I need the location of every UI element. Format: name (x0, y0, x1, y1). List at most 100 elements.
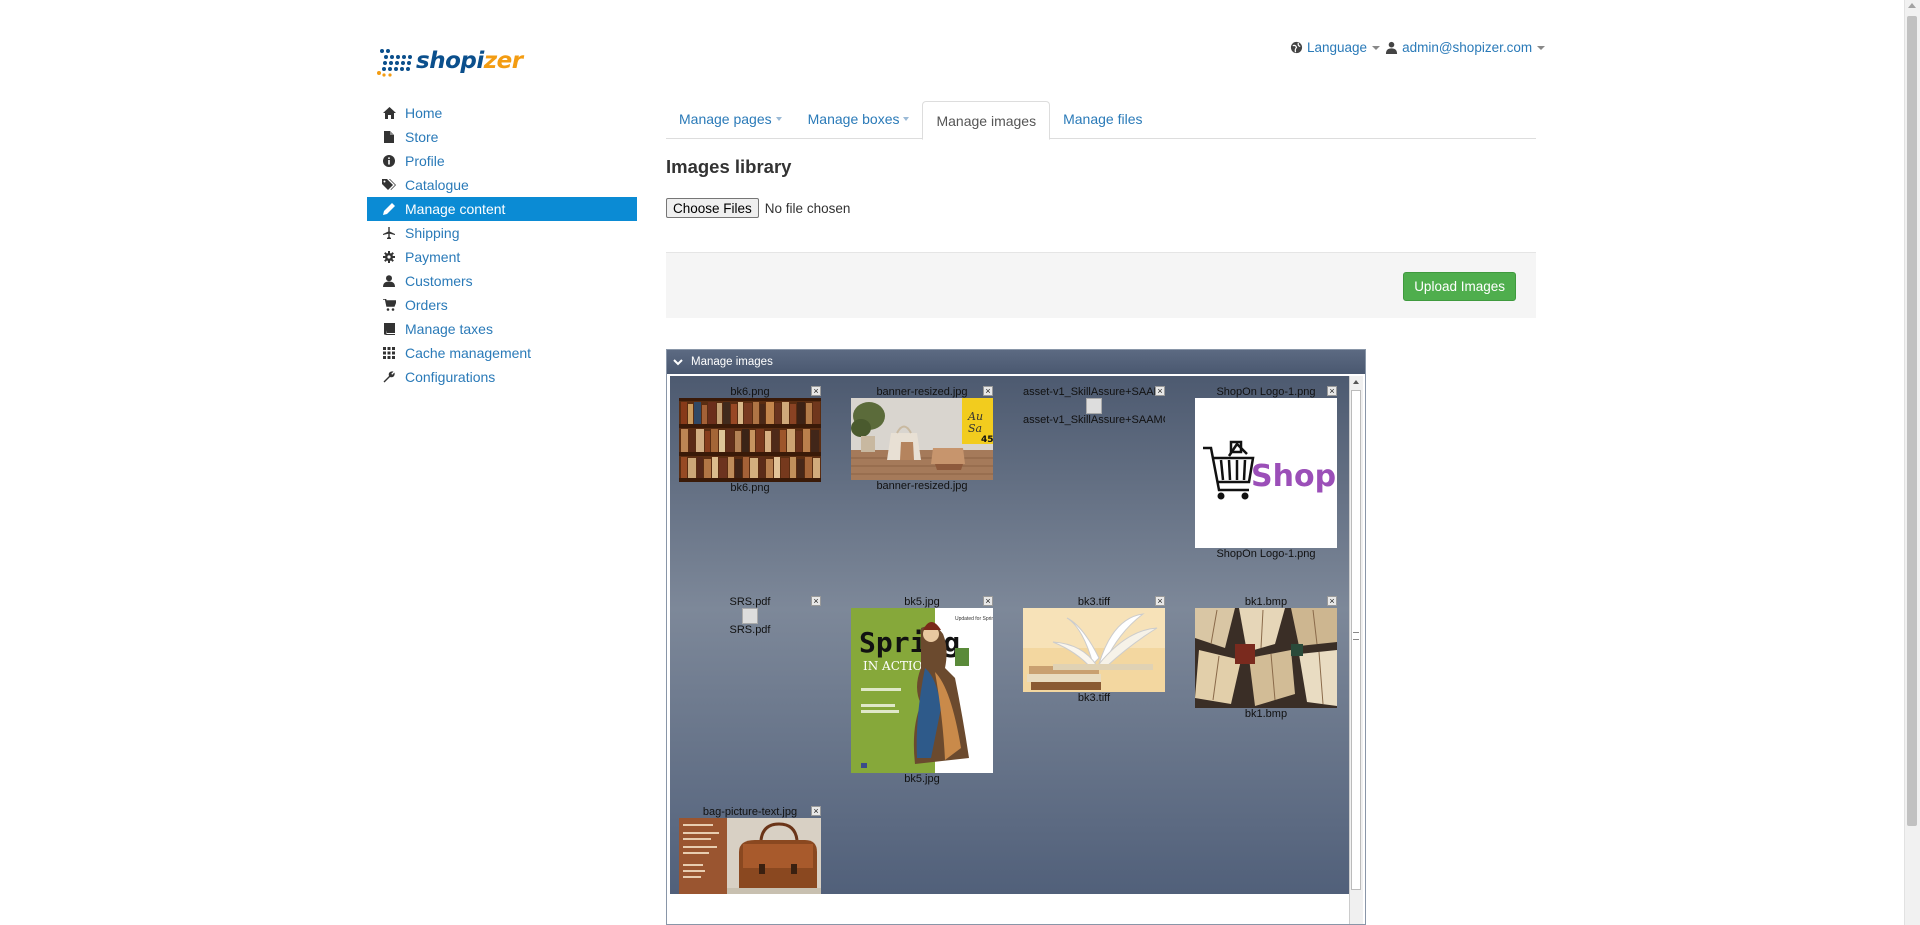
cart-icon (382, 298, 396, 312)
user-icon (382, 274, 396, 288)
sidebar-item-label[interactable]: Orders (405, 297, 448, 313)
sidebar-item-manage-taxes[interactable]: Manage taxes (367, 317, 637, 341)
language-dropdown[interactable]: Language (1307, 40, 1367, 55)
image-thumbnail[interactable]: Au Sa 45 (851, 398, 993, 480)
shopon-logo-image: ShopOn (1195, 398, 1337, 548)
image-tile[interactable]: bk1.bmp × bk1.bmp (1195, 596, 1337, 720)
sidebar-item-label[interactable]: Store (405, 129, 438, 145)
sidebar-item-label[interactable]: Home (405, 105, 442, 121)
sidebar-item-label[interactable]: Shipping (405, 225, 460, 241)
sidebar-item-payment[interactable]: Payment (367, 245, 637, 269)
image-name: bag-picture-text.jpg (702, 806, 798, 818)
image-thumbnail[interactable]: ShopOn (1195, 398, 1337, 548)
image-tile[interactable]: bk3.tiff × bk3.tiff (1023, 596, 1165, 704)
sidebar-item-cache-management[interactable]: Cache management (367, 341, 637, 365)
delete-image-button[interactable]: × (1327, 596, 1337, 606)
image-thumbnail[interactable] (1023, 608, 1165, 692)
delete-image-button[interactable]: × (1155, 386, 1165, 396)
image-caption: banner-resized.jpg (876, 480, 968, 492)
tab-manage-files[interactable]: Manage files (1050, 101, 1155, 137)
open-books-image (1195, 608, 1337, 708)
globe-icon (1290, 41, 1303, 54)
panel-header[interactable]: Manage images (667, 350, 1365, 374)
sidebar-item-home[interactable]: Home (367, 101, 637, 125)
image-name: asset-v1_SkillAssure+SAAMC (1023, 386, 1165, 398)
file-status-text: No file chosen (764, 200, 851, 216)
sidebar-item-orders[interactable]: Orders (367, 293, 637, 317)
sidebar-item-store[interactable]: Store (367, 125, 637, 149)
sidebar-item-profile[interactable]: Profile (367, 149, 637, 173)
image-name: SRS.pdf (729, 596, 771, 608)
chevron-down-icon (903, 117, 910, 121)
image-tile[interactable]: banner-resized.jpg × Au Sa 45 banner-res… (851, 386, 993, 492)
gallery-scrollbar[interactable] (1349, 376, 1363, 924)
image-thumbnail[interactable]: Spring IN ACTION Updated for Spring 2.0 (851, 608, 993, 773)
image-tile[interactable]: bk5.jpg × Spring IN ACTION Updated for S… (851, 596, 993, 785)
plane-icon (382, 226, 396, 240)
book-icon (382, 322, 396, 336)
broken-image-icon[interactable] (742, 608, 758, 624)
tab-label[interactable]: Manage pages (679, 111, 772, 127)
sidebar-item-label[interactable]: Profile (405, 153, 445, 169)
language-caret-icon (1372, 45, 1381, 50)
top-right-menu: Language admin@shopizer.com (1290, 40, 1550, 55)
tab-label[interactable]: Manage files (1063, 111, 1142, 127)
image-name: banner-resized.jpg (876, 386, 968, 398)
tab-manage-pages[interactable]: Manage pages (666, 101, 795, 137)
scroll-up-arrow-icon[interactable] (1908, 3, 1916, 8)
chevron-down-icon (775, 117, 782, 121)
delete-image-button[interactable]: × (811, 806, 821, 816)
delete-image-button[interactable]: × (1327, 386, 1337, 396)
image-caption: asset-v1_SkillAssure+SAAMC (1023, 414, 1165, 426)
logo-wordmark: shopizer (416, 48, 523, 74)
image-thumbnail[interactable] (1195, 608, 1337, 708)
image-name: bk1.bmp (1244, 596, 1288, 608)
delete-image-button[interactable]: × (811, 386, 821, 396)
sidebar-item-label[interactable]: Customers (405, 273, 473, 289)
upload-actions-bar: Upload Images (666, 252, 1536, 318)
wrench-icon (382, 370, 396, 384)
sidebar-item-catalogue[interactable]: Catalogue (367, 173, 637, 197)
broken-image-icon[interactable] (1086, 398, 1102, 414)
sidebar-item-label[interactable]: Manage content (405, 201, 505, 217)
image-thumbnail[interactable] (679, 398, 821, 482)
sidebar-item-label[interactable]: Cache management (405, 345, 531, 361)
image-name: ShopOn Logo-1.png (1216, 386, 1316, 398)
gallery-scrollbar-thumb[interactable] (1351, 390, 1361, 890)
sidebar-item-label[interactable]: Payment (405, 249, 460, 265)
sidebar-item-configurations[interactable]: Configurations (367, 365, 637, 389)
delete-image-button[interactable]: × (811, 596, 821, 606)
tab-label[interactable]: Manage images (936, 113, 1036, 129)
sidebar-item-customers[interactable]: Customers (367, 269, 637, 293)
scrollbar-thumb[interactable] (1907, 16, 1917, 826)
tab-manage-images[interactable]: Manage images (922, 101, 1051, 140)
page-scrollbar[interactable] (1904, 0, 1920, 925)
image-tile[interactable]: asset-v1_SkillAssure+SAAMC × asset-v1_Sk… (1023, 386, 1165, 426)
delete-image-button[interactable]: × (983, 386, 993, 396)
chevron-down-icon[interactable] (673, 357, 683, 367)
user-account-dropdown[interactable]: admin@shopizer.com (1402, 40, 1532, 55)
sidebar-item-label[interactable]: Manage taxes (405, 321, 493, 337)
scroll-up-arrow-icon[interactable] (1353, 380, 1359, 384)
tab-label[interactable]: Manage boxes (808, 111, 900, 127)
spring-in-action-cover-image: Spring IN ACTION Updated for Spring 2.0 (851, 608, 993, 773)
pencil-icon (382, 202, 396, 216)
image-caption: ShopOn Logo-1.png (1216, 548, 1316, 560)
image-tile[interactable]: bk6.png × bk6.png (679, 386, 821, 494)
image-caption: SRS.pdf (729, 624, 771, 636)
tab-manage-boxes[interactable]: Manage boxes (795, 101, 923, 137)
sidebar-item-shipping[interactable]: Shipping (367, 221, 637, 245)
sidebar-item-manage-content[interactable]: Manage content (367, 197, 637, 221)
sidebar-item-label[interactable]: Catalogue (405, 177, 469, 193)
image-thumbnail[interactable] (679, 818, 821, 900)
image-tile[interactable]: ShopOn Logo-1.png × ShopOn ShopOn Logo-1… (1195, 386, 1337, 560)
sidebar-nav: Home Store Profile Catalogue Manage cont… (367, 101, 637, 389)
delete-image-button[interactable]: × (983, 596, 993, 606)
sidebar-item-label[interactable]: Configurations (405, 369, 495, 385)
delete-image-button[interactable]: × (1155, 596, 1165, 606)
shopizer-logo[interactable]: shopizer (376, 44, 523, 78)
page-title: Images library (666, 156, 792, 177)
choose-files-button[interactable]: Choose Files (666, 198, 759, 218)
upload-images-button[interactable]: Upload Images (1403, 272, 1516, 301)
image-tile[interactable]: SRS.pdf × SRS.pdf (679, 596, 821, 636)
